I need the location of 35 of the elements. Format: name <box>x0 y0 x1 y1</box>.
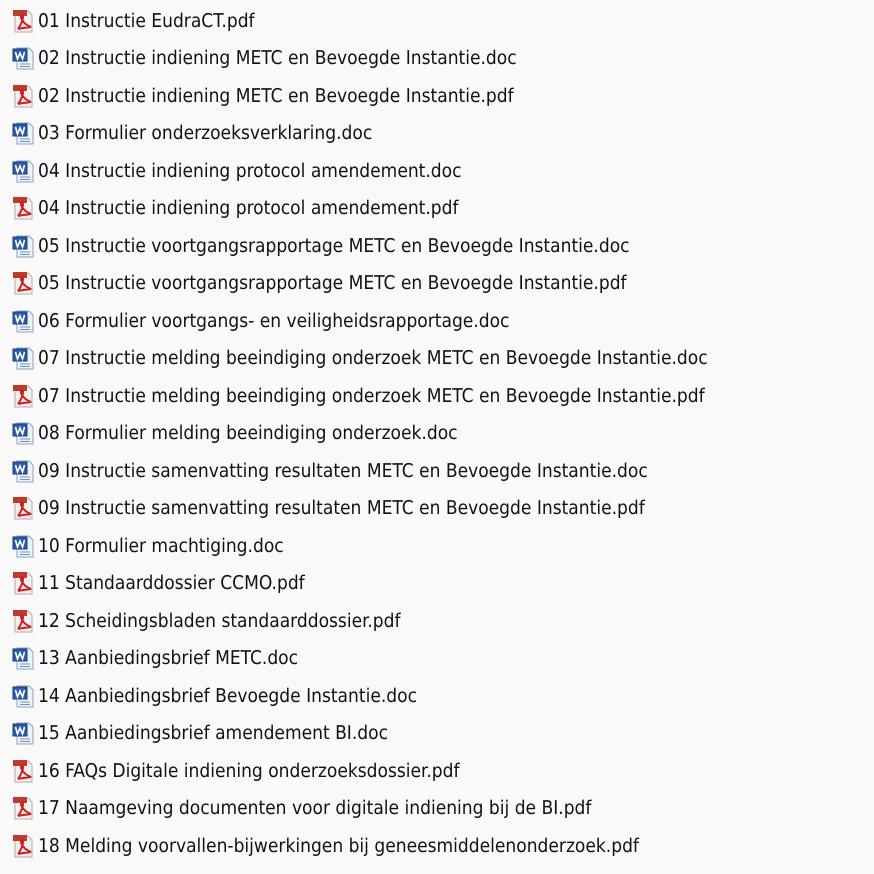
file-name[interactable]: 05 Instructie voortgangsrapportage METC en Bevoegde Instantie.pdf <box>38 272 627 294</box>
file-name[interactable]: 09 Instructie samenvatting resultaten METC en Bevoegde Instantie.pdf <box>38 497 645 520</box>
file-name[interactable]: 14 Aanbiedingsbrief Bevoegde Instantie.doc <box>38 684 417 707</box>
file-name[interactable]: 05 Instructie voortgangsrapportage METC en Bevoegde Instantie.doc <box>38 234 630 257</box>
word-document-icon <box>12 158 36 183</box>
file-name[interactable]: 08 Formulier melding beeindiging onderzoek.doc <box>38 422 458 444</box>
file-name[interactable]: 18 Melding voorvallen-bijwerkingen bij geneesmiddelenonderzoek.pdf <box>38 834 639 857</box>
word-document-icon <box>12 721 36 746</box>
file-name[interactable]: 01 Instructie EudraCT.pdf <box>38 10 255 32</box>
word-document-icon <box>12 684 36 708</box>
word-document-icon <box>12 646 36 670</box>
file-name[interactable]: 02 Instructie indiening METC en Bevoegde Instantie.doc <box>38 47 517 70</box>
file-name[interactable]: 17 Naamgeving documenten voor digitale indiening bij de BI.pdf <box>38 797 592 820</box>
word-document-icon <box>12 121 36 146</box>
file-name[interactable]: 04 Instructie indiening protocol amendement.pdf <box>38 197 459 220</box>
word-document-icon <box>12 46 36 70</box>
file-name[interactable]: 07 Instructie melding beeindiging onderzoek METC en Bevoegde Instantie.pdf <box>38 384 705 407</box>
file-name[interactable]: 12 Scheidingsbladen standaarddossier.pdf <box>38 610 401 632</box>
word-document-icon <box>12 234 36 258</box>
word-document-icon <box>12 346 36 370</box>
word-document-icon <box>12 534 36 558</box>
file-name[interactable]: 03 Formulier onderzoeksverklaring.doc <box>38 122 372 144</box>
file-name[interactable]: 11 Standaarddossier CCMO.pdf <box>38 572 305 594</box>
word-document-icon <box>12 421 36 446</box>
file-name[interactable]: 07 Instructie melding beeindiging onderzoek METC en Bevoegde Instantie.doc <box>38 347 708 370</box>
word-document-icon <box>12 458 36 483</box>
file-name[interactable]: 16 FAQs Digitale indiening onderzoeksdossier.pdf <box>38 760 460 782</box>
file-name[interactable]: 13 Aanbiedingsbrief METC.doc <box>38 647 298 670</box>
file-name[interactable]: 15 Aanbiedingsbrief amendement BI.doc <box>38 722 388 744</box>
file-name[interactable]: 04 Instructie indiening protocol amendement.doc <box>38 160 462 182</box>
file-name[interactable]: 02 Instructie indiening METC en Bevoegde Instantie.pdf <box>38 84 514 107</box>
file-name[interactable]: 09 Instructie samenvatting resultaten METC en Bevoegde Instantie.doc <box>38 460 648 482</box>
word-document-icon <box>12 308 36 333</box>
file-name[interactable]: 06 Formulier voortgangs- en veiligheidsrapportage.doc <box>38 310 510 332</box>
file-name[interactable]: 10 Formulier machtiging.doc <box>38 534 284 557</box>
